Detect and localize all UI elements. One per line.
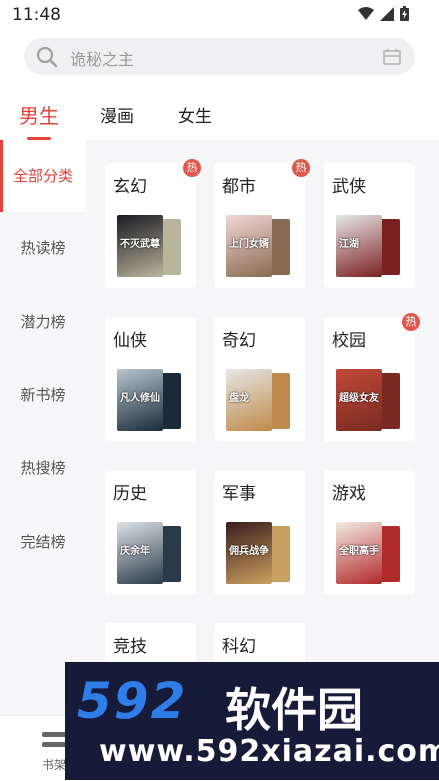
- sidebar-item-all[interactable]: 全部分类: [0, 140, 86, 212]
- sidebar-active-indicator: [0, 140, 3, 212]
- book-covers: 全职高手: [336, 522, 406, 584]
- book-covers: 佣兵战争: [226, 522, 296, 584]
- book-covers: 凡人修仙: [117, 369, 187, 431]
- battery-icon: [400, 6, 409, 21]
- search-icon: [36, 46, 58, 68]
- book-covers: 超级女友: [336, 369, 406, 431]
- sidebar-item-label: 新书榜: [20, 386, 66, 404]
- hot-badge: 热: [183, 159, 201, 177]
- book-cover-title: 佣兵战争: [229, 546, 269, 557]
- sidebar-item-hot-search[interactable]: 热搜榜: [0, 457, 86, 478]
- book-cover-title: 全职高手: [339, 546, 379, 557]
- book-cover-front: 超级女友: [336, 369, 382, 431]
- book-cover-title: 庆余年: [120, 546, 150, 557]
- nav-bookshelf-label[interactable]: 书架: [42, 756, 66, 773]
- book-cover-front: 凡人修仙: [117, 369, 163, 431]
- category-title: 校园: [332, 331, 366, 351]
- book-cover-title: 上门女婿: [229, 239, 269, 250]
- gender-tabs: 男生 漫画 女生: [0, 100, 439, 140]
- book-covers: 不灭武尊: [117, 215, 187, 277]
- book-cover-front: 江湖: [336, 215, 382, 277]
- category-card[interactable]: 校园 热超级女友: [324, 313, 420, 442]
- status-icons: [358, 6, 409, 21]
- book-covers: 上门女婿: [226, 215, 296, 277]
- wifi-icon: [358, 6, 374, 20]
- book-cover-title: 不灭武尊: [120, 239, 160, 250]
- category-card[interactable]: 军事佣兵战争: [214, 470, 305, 595]
- hot-badge: 热: [292, 159, 310, 177]
- category-card[interactable]: 仙侠凡人修仙: [105, 317, 196, 442]
- search-placeholder[interactable]: 诡秘之主: [70, 46, 134, 70]
- book-covers: 江湖: [336, 215, 406, 277]
- watermark: 592 软件园 www.592xiazai.com: [65, 662, 439, 780]
- book-cover-title: 盘龙: [229, 393, 249, 404]
- watermark-brand-cn: 软件园: [225, 683, 363, 737]
- book-cover-front: 佣兵战争: [226, 522, 272, 584]
- category-title: 仙侠: [113, 331, 147, 351]
- tab-male[interactable]: 男生: [19, 100, 59, 129]
- watermark-url: www.592xiazai.com: [99, 734, 439, 769]
- watermark-brand: 592: [77, 672, 188, 730]
- book-cover-title: 江湖: [339, 239, 359, 250]
- bookstore-icon[interactable]: [383, 48, 401, 65]
- book-cover-title: 凡人修仙: [120, 393, 160, 404]
- category-title: 竞技: [113, 637, 147, 657]
- category-card[interactable]: 玄幻 热不灭武尊: [105, 159, 201, 288]
- category-title: 武侠: [332, 177, 366, 197]
- tab-comic[interactable]: 漫画: [100, 102, 134, 127]
- category-card[interactable]: 武侠 江湖: [324, 163, 415, 288]
- tab-female[interactable]: 女生: [178, 102, 212, 127]
- category-card[interactable]: 游戏全职高手: [324, 470, 415, 595]
- category-title: 军事: [222, 484, 256, 504]
- status-bar: 11:48: [0, 0, 439, 30]
- book-cover-front: 庆余年: [117, 522, 163, 584]
- book-covers: 庆余年: [117, 522, 187, 584]
- category-title: 游戏: [332, 484, 366, 504]
- category-card[interactable]: 奇幻 盘龙: [214, 317, 305, 442]
- book-cover-title: 超级女友: [339, 393, 379, 404]
- book-cover-front: 上门女婿: [226, 215, 272, 277]
- sidebar-item-label: 热读榜: [20, 239, 66, 257]
- search-bar[interactable]: 诡秘之主: [24, 38, 415, 75]
- hot-badge: 热: [402, 313, 420, 331]
- sidebar-item-label: 热搜榜: [20, 459, 66, 477]
- status-time: 11:48: [12, 5, 61, 25]
- category-title: 都市: [222, 177, 256, 197]
- category-card[interactable]: 历史庆余年: [105, 470, 196, 595]
- header: 诡秘之主 男生 漫画 女生: [0, 30, 439, 140]
- sidebar-item-potential[interactable]: 潜力榜: [0, 311, 86, 332]
- category-title: 玄幻: [113, 177, 147, 197]
- book-covers: 盘龙: [226, 369, 296, 431]
- sidebar-item-label: 潜力榜: [20, 313, 66, 331]
- signal-icon: [380, 6, 394, 21]
- book-cover-front: 不灭武尊: [117, 215, 163, 277]
- sidebar-item-hot-read[interactable]: 热读榜: [0, 237, 86, 258]
- category-title: 历史: [113, 484, 147, 504]
- book-cover-front: 全职高手: [336, 522, 382, 584]
- sidebar-item-label: 全部分类: [12, 167, 73, 185]
- category-title: 奇幻: [222, 331, 256, 351]
- category-card[interactable]: 都市 热上门女婿: [214, 159, 310, 288]
- category-title: 科幻: [222, 637, 256, 657]
- sidebar-item-new-books[interactable]: 新书榜: [0, 384, 86, 405]
- ranking-sidebar: 全部分类 热读榜 潜力榜 新书榜 热搜榜 完结榜: [0, 140, 86, 715]
- sidebar-item-label: 完结榜: [20, 533, 66, 551]
- sidebar-item-completed[interactable]: 完结榜: [0, 531, 86, 552]
- book-cover-front: 盘龙: [226, 369, 272, 431]
